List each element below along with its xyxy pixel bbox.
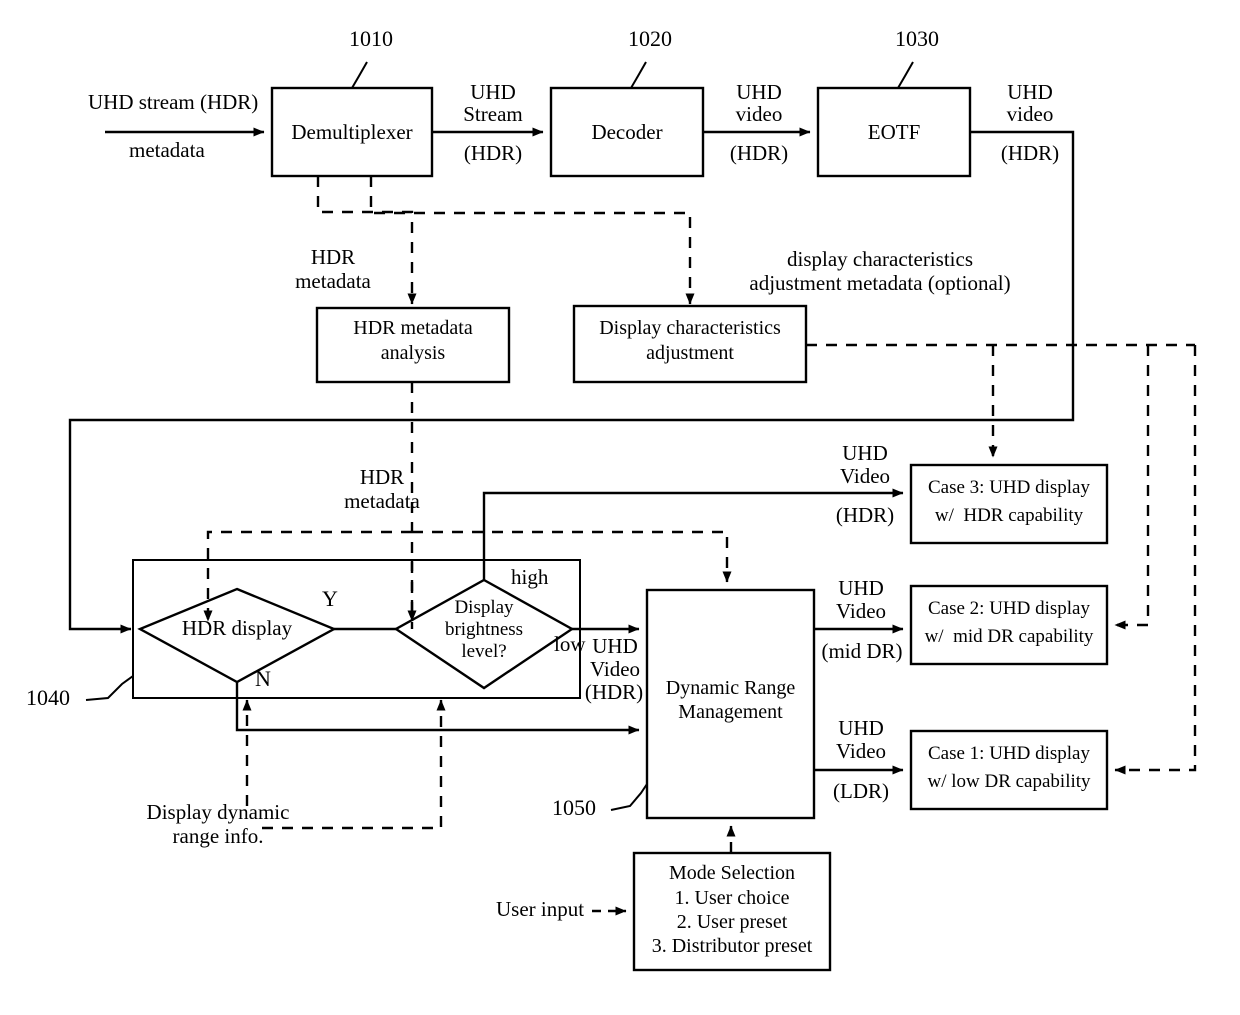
leader-1040 xyxy=(85,675,134,701)
label-case1-input-line1: UHD xyxy=(838,716,884,740)
figure-canvas: 1010 1020 1030 1040 1050 Demultiplexer D… xyxy=(0,0,1240,1015)
label-mode-selection-option-2: 2. User preset xyxy=(676,911,788,933)
label-hdr-metadata-analysis-line1: HDR metadata xyxy=(353,317,473,339)
label-drm-input-line3: (HDR) xyxy=(584,680,644,704)
label-brightness-decision-line3: level? xyxy=(461,641,507,662)
label-case2-input-line2: Video xyxy=(835,599,887,623)
label-case1-input-line2: Video xyxy=(835,739,887,763)
ref-numeral-1030: 1030 xyxy=(895,26,939,51)
label-mode-selection-option-1: 1. User choice xyxy=(674,887,790,909)
label-demultiplexer: Demultiplexer xyxy=(291,119,413,144)
label-input-metadata: metadata xyxy=(129,138,205,162)
label-case1-input-line3: (LDR) xyxy=(833,779,889,803)
label-drm-input-line2: Video xyxy=(589,657,641,681)
leader-1050 xyxy=(610,783,648,811)
label-case3-input-line1: UHD xyxy=(842,441,888,465)
label-hdr-metadata-mid-line2: metadata xyxy=(344,489,420,513)
label-input-stream: UHD stream (HDR) xyxy=(88,90,259,114)
label-case3-line2: w/ HDR capability xyxy=(934,505,1084,526)
label-branch-high: high xyxy=(511,565,549,589)
label-display-characteristics-adjustment-line1: Display characteristics xyxy=(599,317,781,339)
label-user-input: User input xyxy=(496,897,585,921)
label-hdr-metadata-top-line2: metadata xyxy=(295,269,371,293)
label-branch-yes: Y xyxy=(322,586,338,611)
label-case2-line2: w/ mid DR capability xyxy=(924,626,1094,647)
label-eotf-output-line3: (HDR) xyxy=(1000,141,1060,165)
label-mode-selection-option-3: 3. Distributor preset xyxy=(651,935,813,957)
label-eotf: EOTF xyxy=(867,119,921,144)
label-drm-input-line1: UHD xyxy=(592,634,638,658)
label-display-dynamic-range-info-line1: Display dynamic xyxy=(146,800,290,824)
label-dynamic-range-management-line1: Dynamic Range xyxy=(665,677,796,699)
label-display-characteristics-adjustment-line2: adjustment xyxy=(646,342,734,364)
edge-hdrmeta-to-drm xyxy=(412,530,732,583)
leader-1020 xyxy=(630,61,647,89)
label-demux-output-line2: Stream xyxy=(463,102,523,126)
label-case1-line1: Case 1: UHD display xyxy=(927,743,1090,764)
label-demux-output-line1: UHD xyxy=(470,80,516,104)
label-decoder: Decoder xyxy=(591,119,663,144)
edge-dispchar-to-case2 xyxy=(1114,345,1150,630)
label-hdr-metadata-mid-line1: HDR xyxy=(359,465,405,489)
label-hdr-metadata-top-line1: HDR xyxy=(310,245,356,269)
edge-eotf-to-hdr-display xyxy=(68,130,1075,634)
label-decoder-output-line2: video xyxy=(735,102,783,126)
label-dynamic-range-management-line2: Management xyxy=(678,701,783,723)
label-decoder-output-line1: UHD xyxy=(736,80,782,104)
label-case1-line2: w/ low DR capability xyxy=(927,771,1091,792)
label-case3-line1: Case 3: UHD display xyxy=(927,477,1090,498)
label-demux-output-line3: (HDR) xyxy=(463,141,523,165)
label-case3-input-line3: (HDR) xyxy=(835,503,895,527)
edge-hdrmeta-branch-left xyxy=(203,530,412,622)
label-branch-low: low xyxy=(554,632,586,656)
label-case2-input-line3: (mid DR) xyxy=(821,639,903,663)
label-eotf-output-line1: UHD xyxy=(1007,80,1053,104)
leader-1010 xyxy=(351,61,368,89)
label-decoder-output-line3: (HDR) xyxy=(729,141,789,165)
label-case2-line1: Case 2: UHD display xyxy=(927,598,1090,619)
ref-numeral-1040: 1040 xyxy=(26,685,70,710)
label-hdr-metadata-analysis-line2: analysis xyxy=(380,342,446,364)
edge-dispchar-to-case1 xyxy=(1114,345,1197,775)
ref-numeral-1050: 1050 xyxy=(552,795,596,820)
label-brightness-decision-line1: Display xyxy=(454,597,514,618)
label-display-char-metadata-line2: adjustment metadata (optional) xyxy=(749,271,1011,295)
label-display-dynamic-range-info-line2: range info. xyxy=(172,824,264,848)
label-display-char-metadata-line1: display characteristics xyxy=(786,247,973,271)
label-mode-selection-title: Mode Selection xyxy=(668,862,796,884)
label-eotf-output-line2: video xyxy=(1006,102,1054,126)
label-hdr-display-decision: HDR display xyxy=(181,616,293,640)
label-case3-input-line2: Video xyxy=(839,464,891,488)
label-case2-input-line1: UHD xyxy=(838,576,884,600)
ref-numeral-1020: 1020 xyxy=(628,26,672,51)
edge-demux-disp-char xyxy=(369,176,695,305)
label-brightness-decision-line2: brightness xyxy=(444,619,524,640)
leader-1030 xyxy=(897,61,914,89)
ref-numeral-1010: 1010 xyxy=(349,26,393,51)
label-branch-no: N xyxy=(255,666,271,691)
